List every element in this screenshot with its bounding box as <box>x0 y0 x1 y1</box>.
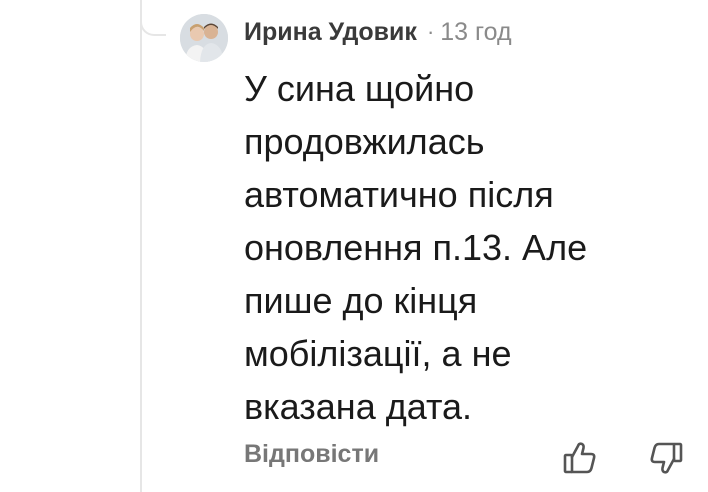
thumb-up-icon[interactable] <box>560 438 600 478</box>
comment-header: Ирина Удовик · 13 год <box>244 14 512 50</box>
author-name[interactable]: Ирина Удовик <box>244 18 417 47</box>
reply-button[interactable]: Відповісти <box>244 440 379 469</box>
comment-timestamp: 13 год <box>440 17 512 46</box>
thread-line <box>140 0 142 492</box>
comment-line: пише до кінця <box>244 280 478 321</box>
comment-line: продовжилась <box>244 121 485 162</box>
meta-separator: · <box>426 19 435 44</box>
comment-line: оновлення п.13. Але <box>244 227 588 268</box>
comment-line: автоматично після <box>244 174 554 215</box>
comment-text: У сина щойно продовжилась автоматично пі… <box>244 62 694 433</box>
comment-line: вказана дата. <box>244 386 473 427</box>
thumb-down-icon[interactable] <box>646 438 686 478</box>
comment-line: мобілізації, а не <box>244 333 512 374</box>
comment-line: У сина щойно <box>244 68 475 109</box>
thread-connector <box>140 0 166 36</box>
avatar[interactable] <box>180 14 228 62</box>
